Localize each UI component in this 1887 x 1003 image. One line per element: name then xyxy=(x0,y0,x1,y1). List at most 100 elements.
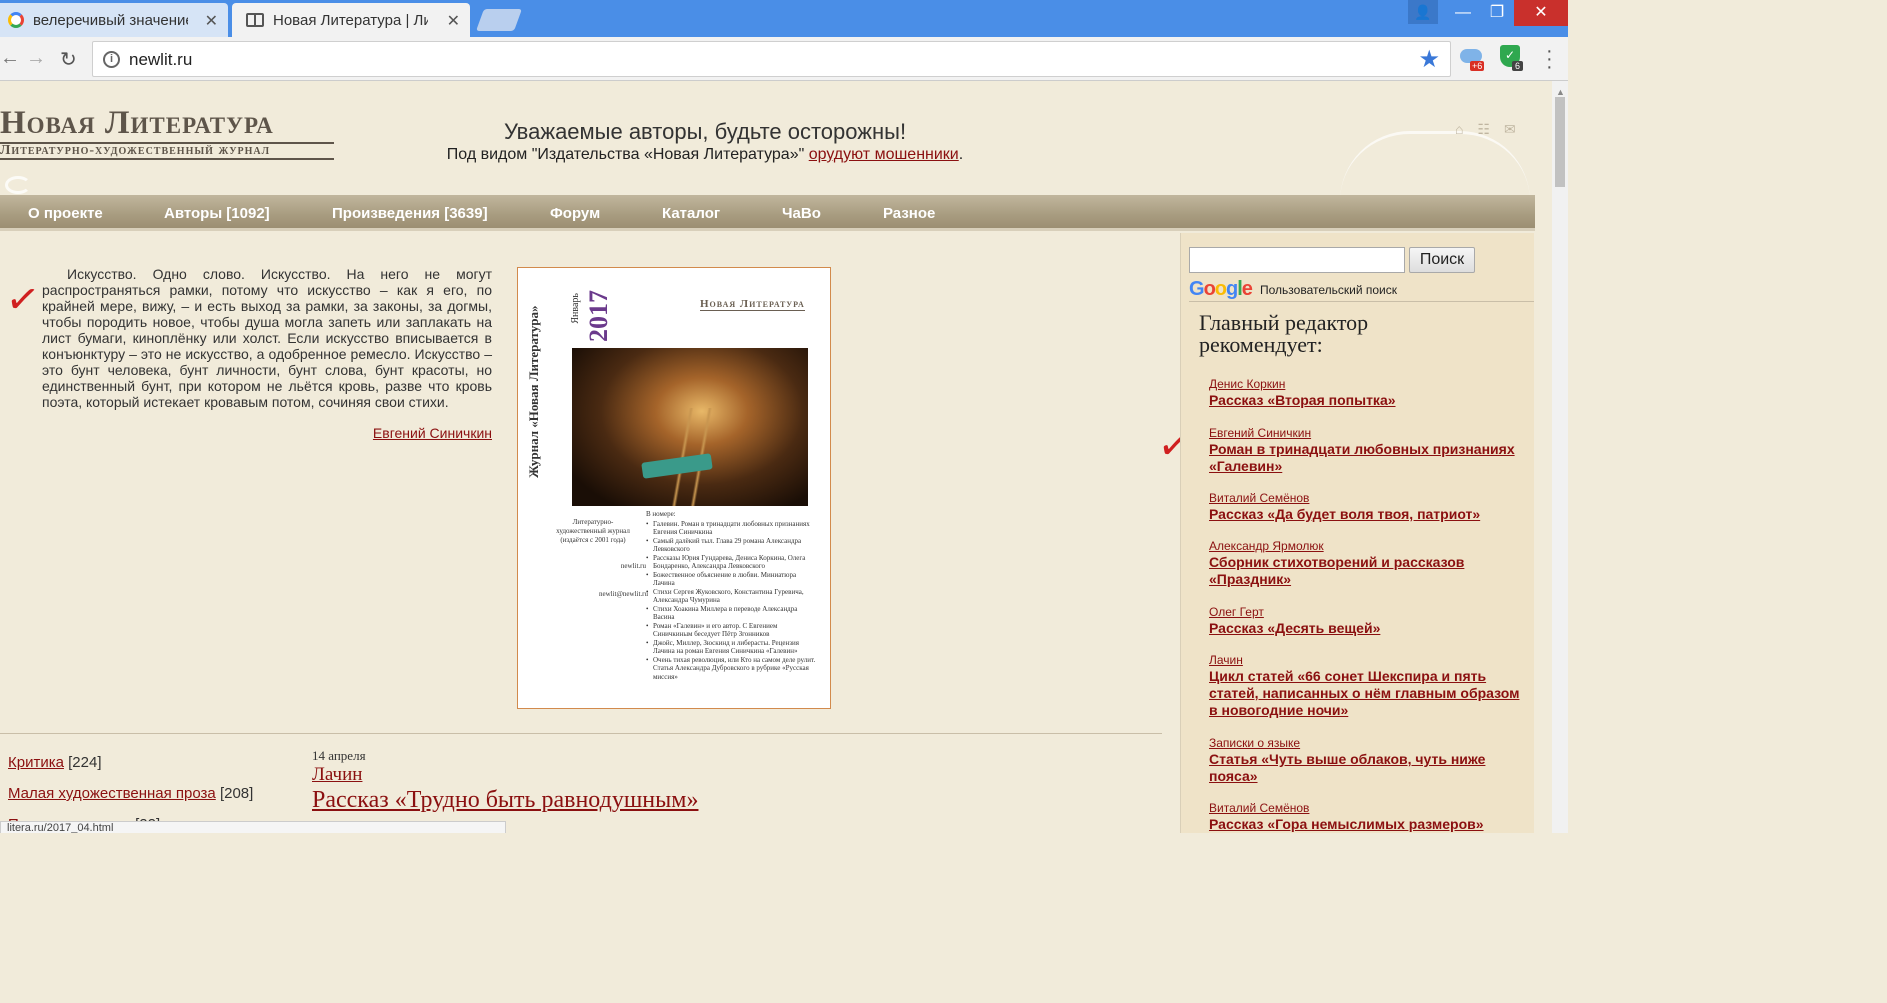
tab-title: Новая Литература | Лит xyxy=(273,11,428,29)
cover-caption: Литературно-художественный журнал (издаё… xyxy=(556,518,630,544)
cover-site: newlit.ru xyxy=(620,562,646,570)
back-arrow-icon[interactable]: ← xyxy=(0,47,20,70)
status-bar: litera.ru/2017_04.html xyxy=(0,821,506,833)
home-icon[interactable]: ⌂ xyxy=(1455,121,1477,137)
recommendation-item: Олег Герт Рассказ «Десять вещей» xyxy=(1209,605,1529,637)
close-icon[interactable]: ✕ xyxy=(205,11,218,31)
rec-work-link[interactable]: Рассказ «Десять вещей» xyxy=(1209,620,1529,637)
book-favicon-icon xyxy=(246,13,264,27)
weather-extension[interactable]: +6 xyxy=(1460,47,1486,71)
profile-icon[interactable]: 👤 xyxy=(1408,0,1438,24)
cover-vertical-title: Журнал «Новая Литература» xyxy=(526,305,541,478)
cover-contents-item: Рассказы Юрия Гундарева, Дениса Коркина,… xyxy=(646,554,816,571)
quote-author-link[interactable]: Евгений Синичкин xyxy=(300,425,492,441)
address-bar[interactable]: i newlit.ru ★ xyxy=(92,41,1451,77)
recommendations-heading: Главный редактор рекомендует: xyxy=(1199,310,1369,357)
rec-author-link[interactable]: Виталий Семёнов xyxy=(1209,801,1529,815)
cover-contents-item: Роман «Галевин» и его автор. С Евгением … xyxy=(646,622,816,639)
recommendation-item: Лачин Цикл статей «66 сонет Шекспира и п… xyxy=(1209,653,1529,719)
menu-icon[interactable]: · · · xyxy=(1546,41,1553,77)
rec-author-link[interactable]: Олег Герт xyxy=(1209,605,1529,619)
rec-work-link[interactable]: Рассказ «Вторая попытка» xyxy=(1209,392,1529,409)
sidebar-divider xyxy=(1189,301,1534,302)
rec-work-link[interactable]: Статья «Чуть выше облаков, чуть ниже поя… xyxy=(1209,751,1529,785)
epigraph-quote: Искусство. Одно слово. Искусство. На нег… xyxy=(42,266,492,410)
rec-work-link[interactable]: Рассказ «Да будет воля твоя, патриот» xyxy=(1209,506,1529,523)
web-page: Новая Литература Литературно-художествен… xyxy=(0,81,1552,833)
main-nav: О проекте Авторы [1092] Произведения [36… xyxy=(0,195,1535,231)
rec-author-link[interactable]: Денис Коркин xyxy=(1209,377,1529,391)
close-icon[interactable]: ✕ xyxy=(447,11,460,31)
news-title-link[interactable]: Рассказ «Трудно быть равнодушным» xyxy=(312,787,698,814)
nav-item-forum[interactable]: Форум xyxy=(550,205,600,222)
content-divider xyxy=(0,733,1162,734)
search-input[interactable] xyxy=(1189,247,1405,273)
recommendation-item: Виталий Семёнов Рассказ «Гора немыслимых… xyxy=(1209,801,1529,833)
cover-contents-item: Божественное объяснение в любви. Миниатю… xyxy=(646,571,816,588)
info-icon[interactable]: i xyxy=(103,51,120,68)
nav-item-faq[interactable]: ЧаВо xyxy=(782,205,821,222)
bookmark-star-icon[interactable]: ★ xyxy=(1418,45,1440,74)
tab-newlit[interactable]: Новая Литература | Лит ✕ xyxy=(232,3,470,37)
magazine-cover[interactable]: Журнал «Новая Литература» Январь 2017 Но… xyxy=(517,267,831,709)
recommendation-item: Александр Ярмолюк Сборник стихотворений … xyxy=(1209,539,1529,588)
rec-author-link[interactable]: Евгений Синичкин xyxy=(1209,426,1529,440)
mail-icon[interactable]: ✉ xyxy=(1504,121,1530,137)
close-window-button[interactable]: ✕ xyxy=(1514,0,1568,26)
cover-contents-item: Джойс, Миллер, Зюскинд и либерасты. Реце… xyxy=(646,639,816,656)
nav-item-about[interactable]: О проекте xyxy=(28,205,103,222)
nav-item-works[interactable]: Произведения [3639] xyxy=(332,205,488,222)
cover-email: newlit@newlit.ru xyxy=(598,590,648,598)
recommendation-item: Евгений Синичкин Роман в тринадцати любо… xyxy=(1209,426,1529,475)
category-link[interactable]: Малая художественная проза xyxy=(8,785,216,802)
rec-work-link[interactable]: Цикл статей «66 сонет Шекспира и пять ст… xyxy=(1209,668,1529,719)
rec-work-link[interactable]: Рассказ «Гора немыслимых размеров» xyxy=(1209,816,1529,833)
warning-text-end: . xyxy=(958,146,964,163)
category-link[interactable]: Критика xyxy=(8,754,64,771)
google-favicon-icon xyxy=(8,12,24,28)
rec-author-link[interactable]: Александр Ярмолюк xyxy=(1209,539,1529,553)
rec-author-link[interactable]: Виталий Семёнов xyxy=(1209,491,1529,505)
forward-arrow-icon[interactable]: → xyxy=(26,47,46,70)
right-sidebar: Поиск Google Пользовательский поиск Глав… xyxy=(1180,233,1534,833)
category-item: Малая художественная проза [208] xyxy=(8,785,253,802)
header-icons: ⌂☷✉ xyxy=(1455,121,1530,138)
recommendation-item: Записки о языке Статья «Чуть выше облако… xyxy=(1209,736,1529,785)
search-button[interactable]: Поиск xyxy=(1409,247,1475,273)
category-count: [208] xyxy=(219,785,254,802)
page-scrollbar[interactable]: ▲ xyxy=(1552,81,1568,833)
rec-work-link[interactable]: Роман в тринадцати любовных признаниях «… xyxy=(1209,441,1529,475)
sitemap-icon[interactable]: ☷ xyxy=(1477,121,1504,137)
shield-extension[interactable]: ✓ 6 xyxy=(1500,45,1526,73)
extension-badge: 6 xyxy=(1512,61,1524,71)
scammers-link[interactable]: орудуют мошенники xyxy=(809,146,959,163)
warning-title: Уважаемые авторы, будьте осторожны! xyxy=(503,119,907,144)
rec-author-link[interactable]: Записки о языке xyxy=(1209,736,1529,750)
rec-work-link[interactable]: Сборник стихотворений и рассказов «Празд… xyxy=(1209,554,1529,588)
cover-year: 2017 xyxy=(584,290,613,342)
reload-icon[interactable]: ↻ xyxy=(60,47,77,72)
tab-title: велеречивый значение xyxy=(33,11,188,29)
google-logo-icon: Google xyxy=(1189,278,1253,300)
tab-google[interactable]: велеречивый значение ✕ xyxy=(0,3,228,37)
tab-strip: велеречивый значение ✕ Новая Литература … xyxy=(0,0,1568,37)
cover-contents-item: Самый далёкий тыл. Глава 29 романа Алекс… xyxy=(646,537,816,554)
rec-author-link[interactable]: Лачин xyxy=(1209,653,1529,667)
cover-contents-item: Стихи Сергея Жуковского, Константина Гур… xyxy=(646,588,816,605)
news-author-link[interactable]: Лачин xyxy=(312,764,362,786)
scroll-thumb[interactable] xyxy=(1555,97,1565,187)
warning-text-start: Под видом "Издательства «Новая Литератур… xyxy=(446,146,805,163)
custom-search-label: Пользовательский поиск xyxy=(1260,283,1397,297)
nav-item-misc[interactable]: Разное xyxy=(883,205,935,222)
cover-contents-item: Галевин. Роман в тринадцати любовных при… xyxy=(646,520,816,537)
cover-photo xyxy=(572,348,808,506)
site-logo[interactable]: Новая Литература Литературно-художествен… xyxy=(0,106,334,160)
url-text[interactable]: newlit.ru xyxy=(129,50,192,70)
maximize-button[interactable]: ❐ xyxy=(1480,0,1514,26)
nav-item-catalog[interactable]: Каталог xyxy=(662,205,720,222)
header-ornament xyxy=(1340,131,1530,201)
scroll-up-arrow-icon[interactable]: ▲ xyxy=(1556,87,1565,97)
nav-item-authors[interactable]: Авторы [1092] xyxy=(164,205,270,222)
new-tab-button[interactable] xyxy=(475,9,523,31)
minimize-button[interactable]: — xyxy=(1446,0,1480,26)
